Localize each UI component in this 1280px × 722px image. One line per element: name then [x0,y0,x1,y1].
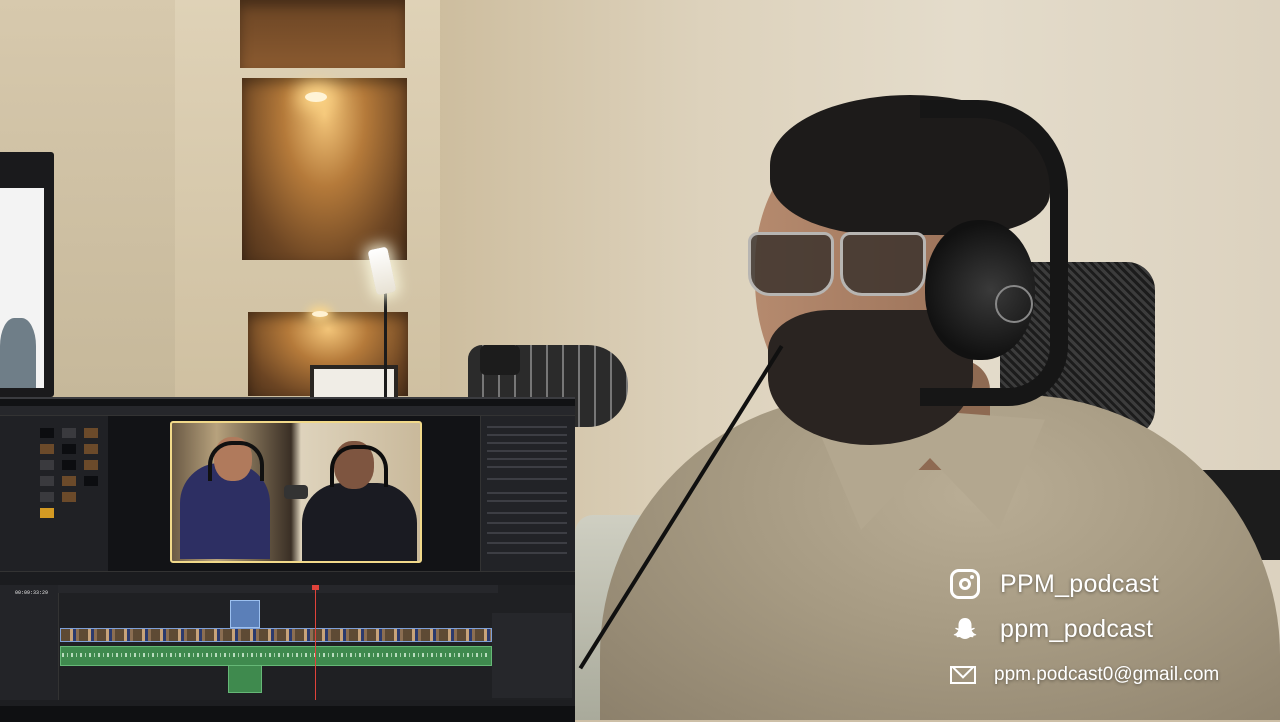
snapchat-icon [950,614,980,644]
inspector-row[interactable] [487,450,567,452]
microphone-mount [480,345,520,375]
background-monitor [0,152,54,397]
inspector-row[interactable] [487,500,567,502]
guest-right-headphones [330,445,388,487]
video-editor-window: 00:09:33:29 [0,397,575,722]
video-track-clip[interactable] [60,628,492,642]
editor-menubar[interactable] [0,399,575,406]
inspector-row[interactable] [487,532,567,534]
inspector-row[interactable] [487,426,567,428]
overlay-clip[interactable] [230,600,260,628]
inspector-row[interactable] [487,466,567,468]
media-thumbnail[interactable] [84,444,98,454]
editor-toolbar[interactable] [0,406,575,416]
inspector-row[interactable] [487,542,567,544]
shelf-niche-middle [242,78,407,260]
track-headers[interactable]: 00:09:33:29 [0,585,59,700]
inspector-row[interactable] [487,458,567,460]
instagram-row: PPM_podcast [950,569,1159,599]
inspector-row[interactable] [487,552,567,554]
sunglasses [748,232,928,296]
media-thumbnail[interactable] [62,444,76,454]
preview-microphone [284,485,308,499]
media-thumbnail[interactable] [40,476,54,486]
inspector-row[interactable] [487,442,567,444]
instagram-handle: PPM_podcast [1000,569,1159,598]
media-thumbnail[interactable] [62,492,76,502]
playhead[interactable] [315,585,316,700]
guest-left-headphones [208,441,264,481]
inspector-row[interactable] [487,512,567,514]
media-thumbnail[interactable] [62,428,76,438]
media-thumbnail[interactable] [40,428,54,438]
mail-icon [950,666,976,684]
timeline-ruler[interactable] [58,585,498,593]
inspector-row[interactable] [487,492,567,494]
email-row: ppm.podcast0@gmail.com [950,664,1219,686]
snapchat-row: ppm_podcast [950,614,1153,644]
inspector-row[interactable] [487,522,567,524]
email-address: ppm.podcast0@gmail.com [994,664,1220,685]
media-pool[interactable] [0,416,109,571]
media-thumbnail[interactable] [62,460,76,470]
media-thumbnail[interactable] [40,508,54,518]
transport-controls[interactable] [0,571,575,586]
guest-right-body [302,483,417,561]
media-thumbnail[interactable] [40,492,54,502]
shelf-niche-top [240,0,405,68]
timeline-side-panel[interactable] [492,613,572,698]
timeline[interactable]: 00:09:33:29 [0,585,575,700]
snapchat-handle: ppm_podcast [1000,614,1154,643]
media-thumbnail[interactable] [84,460,98,470]
media-thumbnail[interactable] [62,476,76,486]
timecode-display: 00:09:33:29 [15,590,49,596]
preview-frame[interactable] [170,421,422,563]
media-thumbnail[interactable] [40,460,54,470]
light-stand [384,290,387,400]
media-thumbnail[interactable] [40,444,54,454]
inspector-panel[interactable] [480,416,575,571]
ceiling-light [305,92,327,102]
instagram-icon [950,569,980,599]
media-thumbnail[interactable] [84,476,98,486]
audio-track-clip-2[interactable] [228,665,262,693]
inspector-row[interactable] [487,434,567,436]
headphone-logo [995,285,1033,323]
audio-waveform [62,653,488,657]
media-thumbnail[interactable] [84,428,98,438]
shelf-light [312,311,328,317]
inspector-row[interactable] [487,478,567,480]
